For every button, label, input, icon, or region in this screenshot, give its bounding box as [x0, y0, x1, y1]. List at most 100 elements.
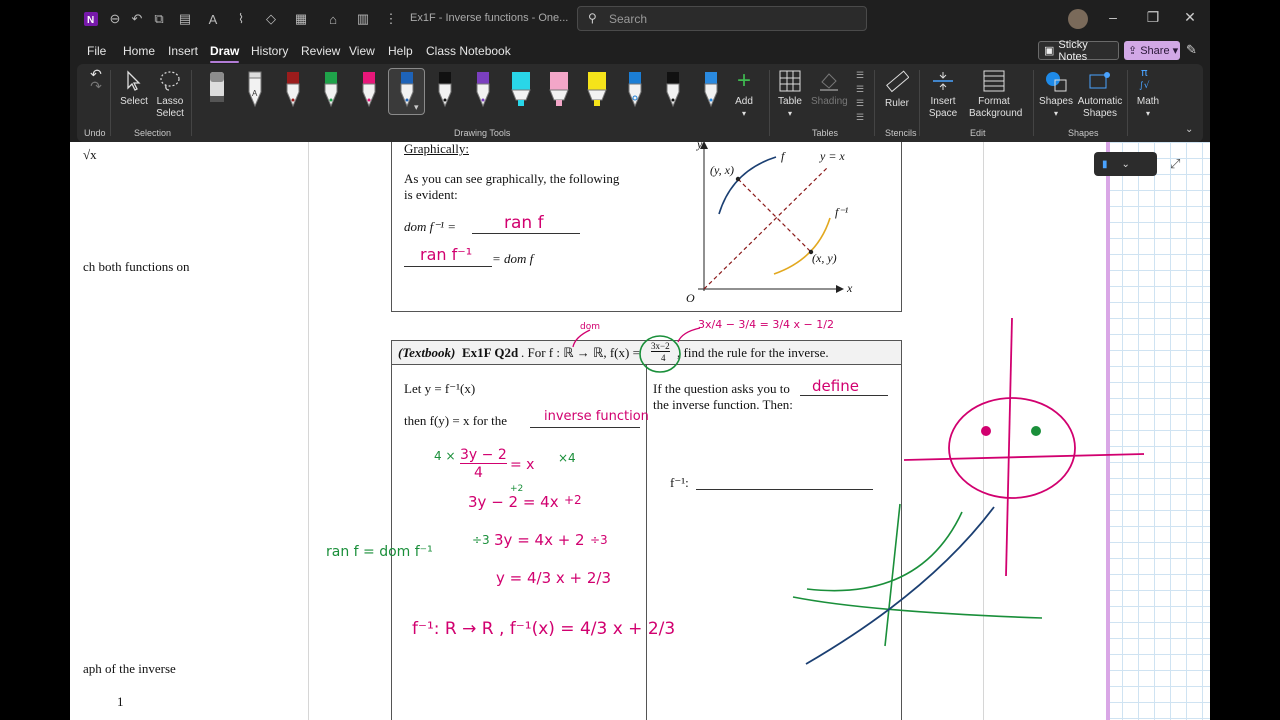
pen-purple-icon[interactable] [471, 68, 495, 112]
svg-text:π: π [1141, 66, 1148, 79]
tag-icon[interactable]: ◇ [262, 10, 280, 28]
plus-icon: + [736, 67, 751, 94]
insert-space-label: Insert Space [928, 96, 958, 119]
add-pen-button[interactable]: + Add ▾ [731, 68, 757, 120]
search-icon: ⚲ [588, 11, 597, 25]
format-background-label: Format Background [969, 96, 1023, 119]
expand-icon[interactable]: ⤢ [1170, 156, 1180, 172]
chevron-down-icon: ▾ [1172, 45, 1179, 57]
insert-space-button[interactable]: Insert Space [925, 70, 961, 120]
pen-blue-2-icon[interactable] [623, 68, 647, 112]
back-icon[interactable]: ⊖ [106, 10, 124, 28]
add-chevron-icon: ▾ [741, 109, 746, 118]
lasso-icon [160, 71, 180, 91]
pen-feedback-icon[interactable]: ✎ [1186, 42, 1197, 58]
lasso-select-button[interactable]: Lasso Select [153, 70, 187, 120]
ink-drawings [572, 317, 1145, 665]
shapes-button[interactable]: Shapes ▾ [1039, 70, 1073, 120]
columns-icon[interactable]: ▥ [354, 10, 372, 28]
draw-ribbon: ↶ ↷ Undo Select Lasso Select Selection A… [77, 64, 1203, 142]
shapes-label: Shapes [1039, 96, 1073, 107]
auto-shapes-icon [1089, 72, 1110, 89]
pen-green-icon[interactable] [319, 68, 343, 112]
edit-group-label: Edit [970, 128, 986, 138]
ruler-button[interactable]: Ruler [881, 70, 913, 110]
undo-group-label: Undo [84, 128, 106, 138]
page-canvas[interactable]: √x ch both functions on aph of the inver… [70, 142, 1210, 720]
highlighter-cyan-icon[interactable] [509, 68, 533, 112]
restore-icon[interactable]: ❐ [1143, 9, 1163, 26]
menu-insert[interactable]: Insert [168, 44, 198, 58]
minimize-icon[interactable]: – [1103, 9, 1123, 25]
table-chevron-icon: ▾ [787, 109, 792, 118]
pen-options-chevron-icon[interactable]: ▾ [414, 102, 419, 113]
select-label: Select [120, 96, 148, 107]
onenote-window: N ⊖ ↶ ⧉ ▤ A ⌇ ◇ ▦ ⌂ ▥ ⋮ Ex1F - Inverse f… [70, 0, 1210, 720]
shading-button: Shading [811, 70, 848, 108]
notebook-icon: ▮ [1102, 158, 1108, 170]
pi-icon: π∫√ [1139, 66, 1150, 91]
collapse-ribbon-icon[interactable]: ⌄ [1185, 124, 1193, 135]
search-box[interactable]: ⚲ Search [577, 6, 867, 31]
svg-text:A: A [252, 89, 258, 98]
share-icon: ⇪ [1128, 45, 1138, 57]
sticky-notes-label: Sticky Notes [1058, 38, 1088, 63]
highlighter-pink-icon[interactable] [547, 68, 571, 112]
format-background-button[interactable]: Format Background [965, 70, 1023, 120]
shading-label: Shading [811, 96, 848, 107]
pen-pink-icon[interactable] [357, 68, 381, 112]
sticky-note-icon: ▣ [1044, 45, 1055, 57]
pen-darkred-icon[interactable] [281, 68, 305, 112]
menu-review[interactable]: Review [301, 44, 340, 58]
menu-home[interactable]: Home [123, 44, 155, 58]
math-button[interactable]: π ∫√ Math ▾ [1131, 66, 1165, 120]
notebook-dropdown-button[interactable]: ▮ ⌄ [1094, 152, 1157, 176]
menu-view[interactable]: View [349, 44, 375, 58]
svg-text:∫√: ∫√ [1139, 80, 1150, 91]
eraser-icon[interactable]: ⌂ [324, 10, 342, 28]
pen-black-2-icon[interactable] [661, 68, 685, 112]
math-label: Math [1136, 96, 1160, 107]
svg-text:N: N [87, 15, 94, 26]
pen-white-icon[interactable]: A [243, 68, 267, 112]
shapes-chevron-icon: ▾ [1053, 109, 1058, 118]
ruled-page-icon [983, 70, 1005, 92]
font-color-icon[interactable]: A [204, 10, 222, 28]
table-align-icons[interactable]: ☰ ☰ ☰ ☰ [853, 68, 867, 124]
search-placeholder: Search [609, 12, 648, 26]
dock-icon[interactable]: ⧉ [150, 10, 168, 28]
more-icon[interactable]: ⋮ [382, 10, 400, 28]
table-icon [779, 70, 801, 92]
pen-blue-3-icon[interactable] [699, 68, 723, 112]
menu-class-notebook[interactable]: Class Notebook [426, 44, 511, 58]
stencils-group-label: Stencils [885, 128, 917, 138]
selection-group-label: Selection [134, 128, 172, 138]
menu-help[interactable]: Help [388, 44, 413, 58]
sticky-notes-button[interactable]: ▣ Sticky Notes [1038, 38, 1119, 63]
close-icon[interactable]: ✕ [1180, 9, 1200, 26]
menu-history[interactable]: History [251, 44, 288, 58]
tables-group-label: Tables [812, 128, 839, 138]
paint-bucket-icon [820, 73, 838, 91]
onenote-logo-icon: N [82, 10, 100, 28]
undo-icon[interactable]: ↶ [128, 10, 146, 28]
layout-icon[interactable]: ▦ [292, 10, 310, 28]
select-button[interactable]: Select [117, 70, 151, 108]
highlighter-yellow-icon[interactable] [585, 68, 609, 112]
ruler-icon [886, 70, 909, 93]
automatic-shapes-button[interactable]: Automatic Shapes [1077, 70, 1123, 120]
avatar[interactable] [1068, 9, 1088, 29]
lasso-label: Lasso Select [156, 96, 184, 119]
highlight-icon[interactable]: ⌇ [232, 10, 250, 28]
title-bar: N ⊖ ↶ ⧉ ▤ A ⌇ ◇ ▦ ⌂ ▥ ⋮ Ex1F - Inverse f… [70, 0, 1210, 38]
sticky-icon[interactable]: ▤ [176, 10, 194, 28]
undo-button[interactable]: ↶ ↷ [86, 67, 106, 93]
pencil-icon[interactable] [205, 68, 229, 112]
pen-black-icon[interactable] [433, 68, 457, 112]
cursor-icon [127, 70, 141, 91]
share-button[interactable]: ⇪ Share ▾ [1124, 41, 1180, 60]
menu-file[interactable]: File [87, 44, 106, 58]
menu-draw[interactable]: Draw [210, 44, 240, 63]
table-button[interactable]: Table ▾ [775, 70, 805, 120]
notebook-chevron-icon: ⌄ [1121, 158, 1130, 170]
